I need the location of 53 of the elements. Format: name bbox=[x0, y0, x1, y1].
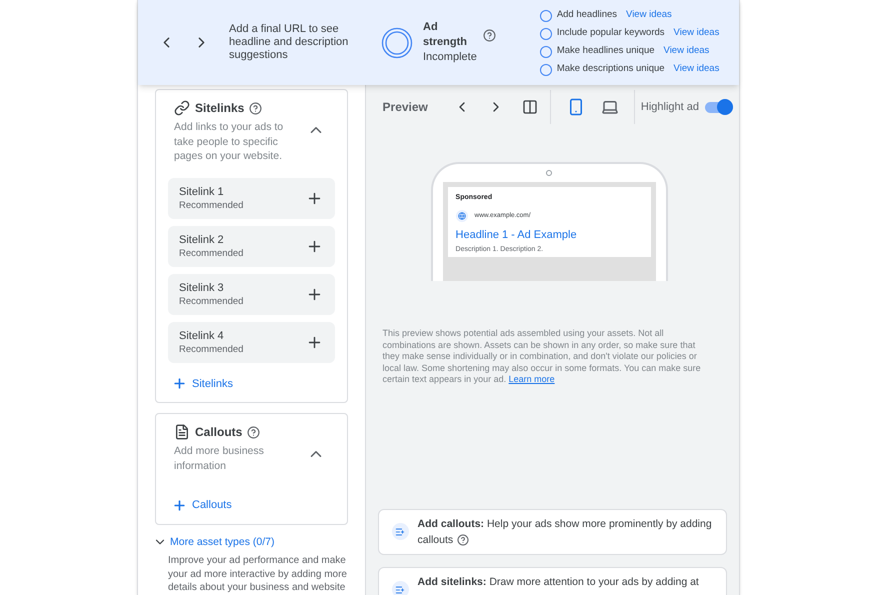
view-ideas-link[interactable]: View ideas bbox=[664, 44, 710, 59]
sitelink-subtitle: Recommended bbox=[179, 342, 244, 356]
sitelink-row[interactable]: Sitelink 1 Recommended bbox=[168, 178, 335, 218]
highlight-ad-label: Highlight ad bbox=[640, 100, 699, 115]
help-icon[interactable] bbox=[249, 102, 262, 114]
columns-icon[interactable] bbox=[522, 99, 538, 115]
section-title: Sitelinks bbox=[195, 100, 244, 117]
ad-headline: Headline 1 - Ad Example bbox=[456, 228, 578, 242]
checklist-item: Make headlines unique bbox=[556, 44, 655, 58]
plus-icon[interactable] bbox=[172, 498, 187, 513]
callout-icon bbox=[392, 581, 409, 595]
view-ideas-link[interactable]: View ideas bbox=[626, 8, 672, 23]
help-icon[interactable] bbox=[457, 534, 470, 546]
sitelink-title: Sitelink 3 bbox=[179, 280, 225, 294]
desktop-view-button[interactable] bbox=[600, 98, 619, 116]
section-title: Callouts bbox=[195, 424, 242, 441]
checklist-item: Include popular keywords bbox=[556, 26, 665, 40]
help-icon[interactable] bbox=[482, 29, 496, 42]
help-icon[interactable] bbox=[247, 426, 260, 438]
sitelink-title: Sitelink 4 bbox=[179, 328, 225, 342]
add-asset-link[interactable]: Callouts bbox=[192, 497, 232, 514]
sitelink-row[interactable]: Sitelink 2 Recommended bbox=[168, 226, 335, 266]
suggestion-text: Add a final URL to see headline and description suggestions bbox=[229, 23, 350, 62]
link-icon bbox=[174, 100, 190, 116]
more-assets-description: Improve your ad performance and make your ad more interactive by adding more details about your business and website bbox=[168, 554, 348, 595]
add-asset-link[interactable]: Sitelinks bbox=[192, 376, 233, 392]
view-ideas-link[interactable]: View ideas bbox=[674, 62, 720, 77]
callout-icon bbox=[392, 523, 409, 540]
view-ideas-link[interactable]: View ideas bbox=[674, 26, 720, 41]
sitelink-title: Sitelink 2 bbox=[179, 232, 225, 246]
sitelink-row[interactable]: Sitelink 4 Recommended bbox=[168, 322, 335, 362]
tip-text: Add sitelinks: Draw more attention to your ads by adding at bbox=[418, 575, 699, 590]
more-asset-types-link[interactable]: More asset types (0/7) bbox=[170, 534, 274, 550]
sitelink-row[interactable]: Sitelink 3 Recommended bbox=[168, 274, 335, 314]
preview-disclaimer: This preview shows potential ads assembled using your assets. Not all combinations are shown. Assets can be shown in any order, so make sure that they make sense individually or in combination, and don't violate our policies or local law. Some shortening may also occur in some formats. You can make sure certain text appears in your ad. Learn more bbox=[382, 328, 702, 386]
preview-title: Preview bbox=[382, 99, 428, 116]
ad-strength-ring bbox=[381, 26, 413, 58]
section-description: Add links to your ads to take people to specific pages on your website. bbox=[174, 120, 284, 164]
learn-more-link[interactable]: Learn more bbox=[508, 374, 555, 384]
ad-strength-label: Ad strength bbox=[423, 20, 468, 50]
checklist-item: Make descriptions unique bbox=[556, 62, 665, 76]
sitelink-subtitle: Recommended bbox=[179, 246, 244, 260]
sitelink-title: Sitelink 1 bbox=[179, 184, 225, 198]
sitelink-subtitle: Recommended bbox=[179, 294, 244, 308]
sitelink-subtitle: Recommended bbox=[179, 198, 244, 212]
globe-icon bbox=[456, 210, 468, 222]
plus-icon[interactable] bbox=[172, 376, 187, 392]
document-icon bbox=[174, 424, 190, 440]
checklist-item: Add headlines bbox=[556, 8, 618, 22]
highlight-toggle[interactable] bbox=[705, 99, 733, 115]
tip-text: Add callouts: Help your ads show more prominently by adding callouts bbox=[418, 517, 713, 548]
section-description: Add more business information bbox=[174, 444, 265, 473]
ad-strength-status: Incomplete bbox=[423, 50, 477, 65]
